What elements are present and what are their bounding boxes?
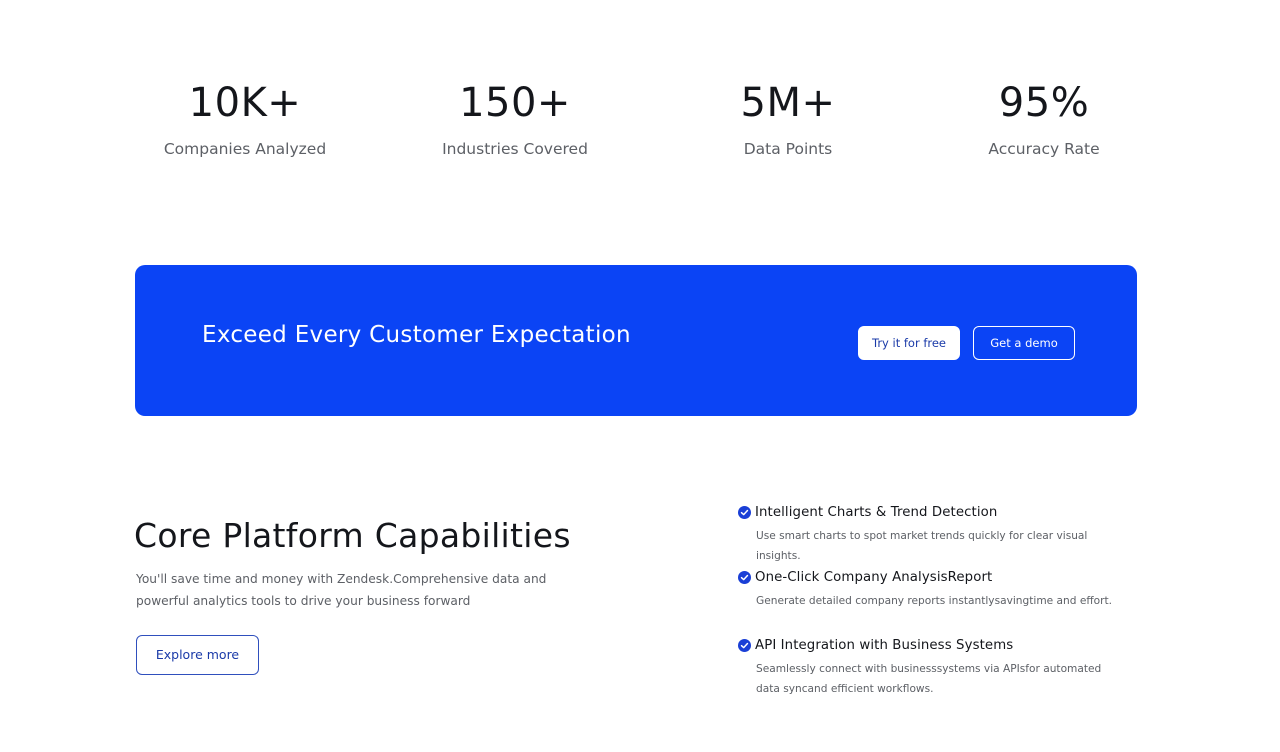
feature-header: API Integration with Business Systems (738, 635, 1138, 655)
feature-item: Intelligent Charts & Trend Detection Use… (738, 502, 1138, 566)
get-demo-button[interactable]: Get a demo (973, 326, 1075, 360)
check-circle-icon (738, 638, 751, 652)
feature-title: API Integration with Business Systems (755, 637, 1014, 653)
capabilities-description: You'll save time and money with Zendesk.… (136, 572, 547, 608)
stat-companies: 10K+ Companies Analyzed (115, 78, 375, 160)
stat-label: Industries Covered (442, 140, 588, 158)
stat-value: 5M+ (740, 80, 836, 126)
feature-header: Intelligent Charts & Trend Detection (738, 502, 1138, 522)
stat-accuracy: 95% Accuracy Rate (914, 78, 1174, 160)
stat-label: Companies Analyzed (163, 140, 327, 158)
feature-header: One-Click Company AnalysisReport (738, 567, 1138, 587)
cta-title: Exceed Every Customer Expectation (202, 322, 631, 348)
stat-industries: 150+ Industries Covered (385, 78, 645, 160)
capabilities-title: Core Platform Capabilities (134, 516, 571, 555)
check-circle-icon (738, 570, 751, 584)
stat-value: 95% (998, 80, 1090, 126)
explore-more-button[interactable]: Explore more (136, 635, 259, 675)
stat-value: 150+ (459, 80, 571, 126)
stat-value: 10K+ (188, 80, 302, 126)
page: 10K+ Companies Analyzed 150+ Industries … (0, 0, 1280, 752)
check-circle-icon (738, 505, 751, 519)
try-free-button[interactable]: Try it for free (858, 326, 960, 360)
feature-description: Seamlessly connect with businesssystems … (756, 663, 1102, 695)
feature-description: Use smart charts to spot market trends q… (756, 530, 1088, 562)
stat-data-points: 5M+ Data Points (658, 78, 918, 160)
stat-label: Accuracy Rate (988, 140, 1100, 158)
feature-description: Generate detailed company reports instan… (756, 595, 1113, 607)
feature-item: One-Click Company AnalysisReport Generat… (738, 567, 1138, 612)
stat-label: Data Points (743, 140, 833, 158)
feature-title: Intelligent Charts & Trend Detection (755, 504, 998, 520)
feature-title: One-Click Company AnalysisReport (755, 569, 993, 585)
cta-banner: Exceed Every Customer Expectation Try it… (135, 265, 1137, 416)
feature-item: API Integration with Business Systems Se… (738, 635, 1138, 699)
